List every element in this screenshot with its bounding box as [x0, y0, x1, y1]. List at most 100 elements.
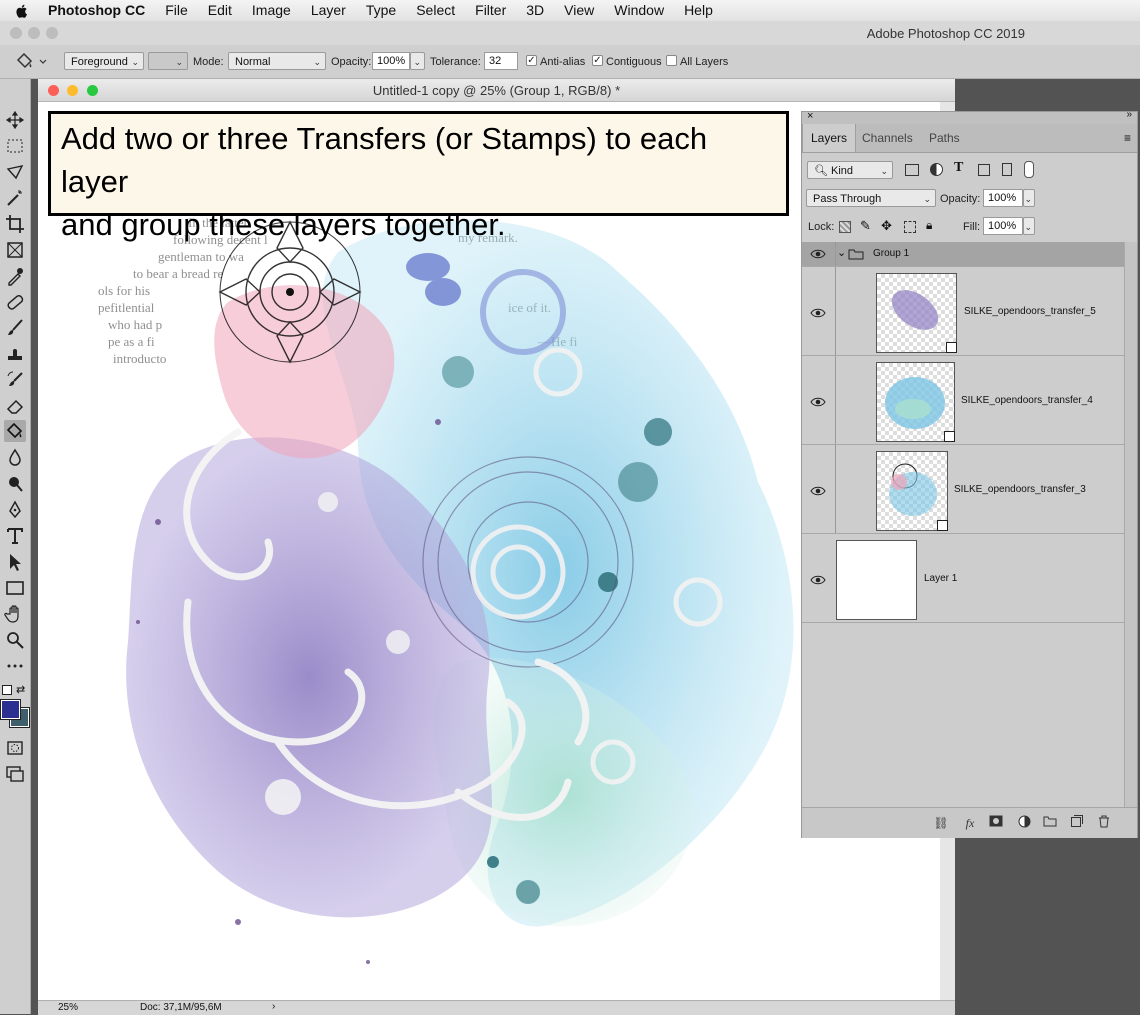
svg-text:to bear a bread re: to bear a bread re [133, 266, 223, 281]
eye-icon[interactable] [810, 248, 826, 260]
pen-tool[interactable] [4, 499, 26, 521]
paint-bucket-tool[interactable] [4, 420, 26, 442]
app-close-button[interactable] [10, 27, 22, 39]
eyedropper-tool[interactable] [4, 265, 26, 287]
zoom-level[interactable]: 25% [58, 1002, 78, 1013]
collapse-icon[interactable]: » [1126, 109, 1132, 120]
pattern-picker[interactable]: ⌄ [148, 52, 188, 70]
filter-pixel-icon[interactable] [905, 164, 919, 176]
panel-scrollbar[interactable] [1124, 242, 1137, 807]
layer-opacity-dropdown[interactable]: ⌄ [1023, 189, 1035, 207]
opacity-dropdown[interactable]: ⌄ [410, 52, 425, 70]
edit-toolbar-button[interactable] [4, 655, 26, 677]
menu-select[interactable]: Select [406, 0, 465, 21]
foreground-color-swatch[interactable] [0, 699, 21, 720]
filter-shape-icon[interactable] [978, 164, 990, 176]
hand-tool[interactable] [4, 603, 26, 625]
adjustment-icon[interactable] [1016, 815, 1032, 831]
quick-mask-button[interactable] [4, 737, 26, 759]
move-tool[interactable] [4, 109, 26, 131]
frame-tool[interactable] [4, 239, 26, 261]
crop-tool[interactable] [4, 213, 26, 235]
eye-icon[interactable] [810, 485, 826, 497]
lock-position-icon[interactable]: ✥ [881, 218, 892, 234]
filter-smart-object-icon[interactable] [1002, 163, 1012, 176]
mode-select[interactable]: Normal ⌄ [228, 52, 326, 70]
menu-image[interactable]: Image [242, 0, 301, 21]
lock-artboard-icon[interactable] [904, 221, 916, 233]
tab-paths[interactable]: Paths [921, 124, 968, 152]
panel-menu-icon[interactable]: ≡ [1124, 131, 1131, 145]
app-minimize-button[interactable] [28, 27, 40, 39]
fill-source-select[interactable]: Foreground ⌄ [64, 52, 144, 70]
mask-icon[interactable] [988, 815, 1004, 831]
type-tool[interactable] [4, 525, 26, 547]
magic-wand-tool[interactable] [4, 187, 26, 209]
menu-photoshop[interactable]: Photoshop CC [42, 0, 155, 21]
path-selection-tool[interactable] [4, 551, 26, 573]
tab-channels[interactable]: Channels [854, 124, 921, 152]
trash-icon[interactable] [1096, 815, 1112, 831]
close-icon[interactable]: × [807, 110, 813, 122]
layer-row[interactable]: SILKE_opendoors_transfer_4 [802, 356, 1124, 445]
zoom-tool[interactable] [4, 629, 26, 651]
menu-filter[interactable]: Filter [465, 0, 516, 21]
antialias-checkbox[interactable]: ✓ [526, 55, 537, 66]
swap-colors-icon[interactable]: ⇄ [16, 683, 25, 696]
contiguous-checkbox[interactable]: ✓ [592, 55, 603, 66]
chevron-down-icon[interactable]: ⌄ [837, 246, 846, 259]
chevron-right-icon[interactable]: › [272, 1001, 275, 1012]
marquee-tool[interactable] [4, 135, 26, 157]
lasso-tool[interactable] [4, 161, 26, 183]
layer-opacity-input[interactable]: 100% [983, 189, 1023, 207]
eye-icon[interactable] [810, 574, 826, 586]
menu-help[interactable]: Help [674, 0, 723, 21]
folder-icon[interactable] [1042, 815, 1058, 831]
dodge-tool[interactable] [4, 473, 26, 495]
layer-row[interactable]: Layer 1 [802, 534, 1124, 623]
fill-dropdown[interactable]: ⌄ [1023, 217, 1035, 235]
fx-icon[interactable]: fx [962, 815, 978, 831]
lock-all-icon[interactable]: 🔒︎ [926, 218, 932, 233]
blend-mode-select[interactable]: Pass Through ⌄ [806, 189, 936, 207]
filter-type-icon[interactable]: T [954, 160, 963, 176]
menu-type[interactable]: Type [356, 0, 406, 21]
app-zoom-button[interactable] [46, 27, 58, 39]
all-layers-checkbox[interactable] [666, 55, 677, 66]
filter-kind-select[interactable]: 🔍︎ Kind ⌄ [807, 161, 893, 179]
filter-adjustment-icon[interactable] [930, 163, 943, 176]
new-layer-icon[interactable] [1069, 815, 1085, 831]
rectangle-tool[interactable] [4, 577, 26, 599]
menu-layer[interactable]: Layer [301, 0, 356, 21]
lock-transparency-icon[interactable] [839, 221, 851, 233]
default-colors-icon[interactable] [2, 685, 12, 695]
screen-mode-button[interactable] [4, 763, 26, 785]
history-brush-tool[interactable] [4, 369, 26, 391]
eraser-tool[interactable] [4, 395, 26, 417]
callout-line-2: and group these layers together. [61, 207, 506, 242]
link-icon[interactable]: ⛓︎ [933, 815, 949, 831]
layer-row[interactable]: SILKE_opendoors_transfer_3 [802, 445, 1124, 534]
layer-row[interactable]: SILKE_opendoors_transfer_5 [802, 267, 1124, 356]
arrow-pointer-icon [10, 554, 21, 571]
tolerance-input[interactable]: 32 [484, 52, 518, 70]
menu-view[interactable]: View [554, 0, 604, 21]
eye-icon[interactable] [810, 396, 826, 408]
menu-edit[interactable]: Edit [198, 0, 242, 21]
lock-pixels-icon[interactable]: ✎ [860, 218, 871, 234]
menu-file[interactable]: File [155, 0, 198, 21]
healing-brush-tool[interactable] [4, 291, 26, 313]
opacity-input[interactable]: 100% [372, 52, 410, 70]
blur-tool[interactable] [4, 447, 26, 469]
apple-icon[interactable] [14, 3, 30, 19]
clone-stamp-tool[interactable] [4, 343, 26, 365]
menu-3d[interactable]: 3D [516, 0, 554, 21]
tab-layers[interactable]: Layers [802, 124, 857, 152]
paint-bucket-preset-icon[interactable] [14, 51, 48, 74]
menu-window[interactable]: Window [604, 0, 674, 21]
layer-row-group[interactable]: ⌄ Group 1 [802, 242, 1124, 267]
brush-tool[interactable] [4, 317, 26, 339]
eye-icon[interactable] [810, 307, 826, 319]
filter-toggle-switch[interactable] [1024, 161, 1034, 178]
fill-input[interactable]: 100% [983, 217, 1023, 235]
